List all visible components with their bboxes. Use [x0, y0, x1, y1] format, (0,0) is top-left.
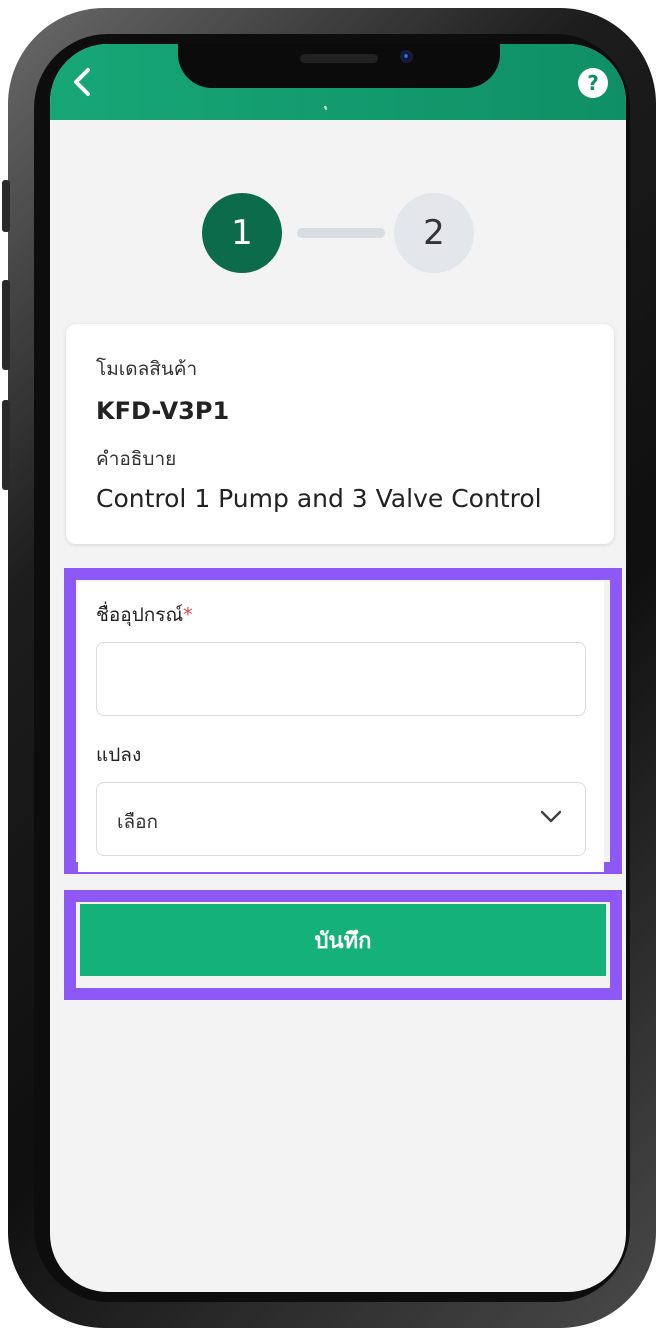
save-button[interactable]: บันทึก	[80, 904, 606, 976]
help-button[interactable]: ?	[578, 68, 608, 98]
device-name-input[interactable]	[96, 642, 586, 716]
plot-label: แปลง	[96, 744, 142, 766]
required-mark: *	[183, 604, 193, 626]
plot-select[interactable]: เลือก	[96, 782, 586, 856]
chevron-down-icon	[540, 810, 562, 823]
description-value: Control 1 Pump and 3 Valve Control	[96, 484, 542, 513]
model-value: KFD-V3P1	[96, 397, 230, 425]
mute-switch	[2, 180, 10, 232]
step-1: 1	[202, 193, 282, 273]
product-info-card: โมเดลสินค้า KFD-V3P1 คำอธิบาย Control 1 …	[66, 324, 614, 544]
phone-notch	[178, 44, 500, 88]
save-button-label: บันทึก	[314, 928, 372, 954]
description-label: คำอธิบาย	[96, 448, 177, 470]
step-2: 2	[394, 193, 474, 273]
plot-selected-value: เลือก	[117, 811, 159, 833]
volume-down-button	[2, 400, 10, 490]
model-label: โมเดลสินค้า	[96, 358, 198, 380]
step-connector	[297, 228, 385, 238]
back-button[interactable]	[64, 64, 100, 100]
help-icon: ?	[587, 71, 599, 95]
device-name-label-text: ชื่ออุปกรณ์	[96, 604, 184, 626]
volume-up-button	[2, 280, 10, 370]
device-name-label: ชื่ออุปกรณ์*	[96, 600, 193, 630]
back-arrow-icon	[74, 68, 90, 96]
app-screen: ุ ? 1 2 โมเดลสินค้า KFD-V3P1 คำอธิบาย Co…	[50, 44, 626, 1292]
speaker-grille	[300, 54, 378, 63]
step-indicator: 1 2	[202, 193, 482, 273]
front-camera	[400, 50, 413, 63]
